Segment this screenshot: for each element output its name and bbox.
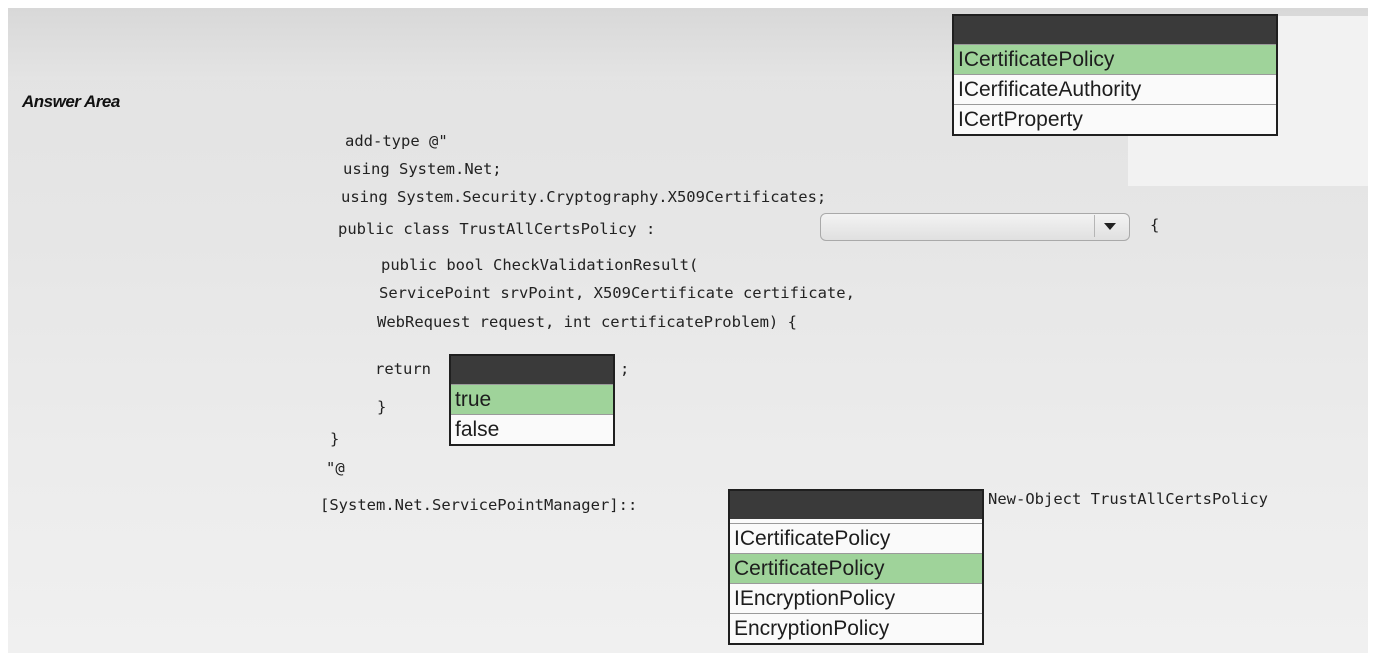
option-encryptionpolicy[interactable]: EncryptionPolicy	[730, 613, 982, 643]
code-new-object: New-Object TrustAllCertsPolicy	[988, 490, 1268, 508]
code-line-class-decl: public class TrustAllCertsPolicy :	[338, 220, 656, 238]
code-line-using-crypto: using System.Security.Cryptography.X509C…	[341, 188, 827, 206]
option-true[interactable]: true	[451, 384, 613, 414]
base-class-dropdown[interactable]: ICertificatePolicy ICerfificateAuthority…	[952, 14, 1278, 136]
code-close-brace-method: }	[377, 398, 387, 416]
option-certificatepolicy[interactable]: CertificatePolicy	[730, 553, 982, 583]
option-icertproperty[interactable]: ICertProperty	[954, 104, 1276, 134]
code-line-add-type: add-type @"	[345, 132, 448, 150]
code-line-params2: WebRequest request, int certificateProbl…	[377, 313, 797, 331]
code-line-method: public bool CheckValidationResult(	[381, 256, 699, 274]
return-value-dropdown[interactable]: true false	[449, 354, 615, 446]
option-iencryptionpolicy[interactable]: IEncryptionPolicy	[730, 583, 982, 613]
option-icertificatepolicy[interactable]: ICertificatePolicy	[730, 523, 982, 553]
option-icerfificateauthority[interactable]: ICerfificateAuthority	[954, 74, 1276, 104]
dropdown-header[interactable]	[954, 16, 1276, 44]
dropdown-header[interactable]	[451, 356, 613, 384]
code-line-using-net: using System.Net;	[343, 160, 502, 178]
answer-area-title: Answer Area	[22, 92, 120, 111]
base-class-combobox[interactable]	[820, 213, 1130, 241]
chevron-down-icon[interactable]	[1094, 215, 1123, 237]
dropdown-header[interactable]	[730, 491, 982, 519]
option-icertificatepolicy[interactable]: ICertificatePolicy	[954, 44, 1276, 74]
code-service-point-manager: [System.Net.ServicePointManager]::	[320, 496, 638, 514]
code-close-brace-class: }	[330, 430, 340, 448]
code-open-brace: {	[1150, 216, 1160, 234]
code-line-params1: ServicePoint srvPoint, X509Certificate c…	[379, 284, 855, 302]
answer-area-screen: Answer Area add-type @" using System.Net…	[8, 8, 1368, 653]
code-semicolon: ;	[620, 360, 630, 378]
policy-property-dropdown[interactable]: ICertificatePolicy CertificatePolicy IEn…	[728, 489, 984, 645]
code-here-string-end: "@	[326, 459, 345, 477]
code-return-keyword: return	[375, 360, 431, 378]
option-false[interactable]: false	[451, 414, 613, 444]
